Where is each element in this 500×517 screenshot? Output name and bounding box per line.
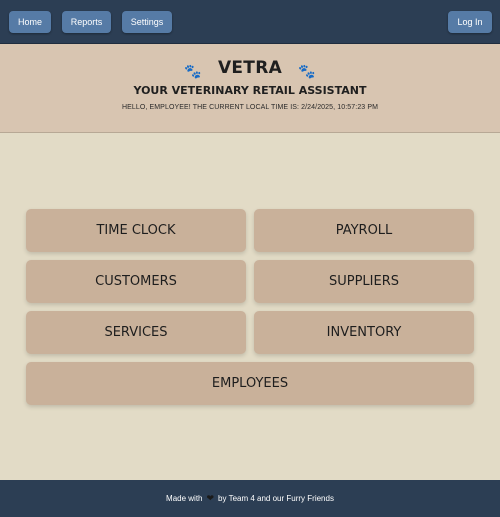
home-button[interactable]: Home	[9, 11, 51, 33]
app-header: 🐾 VETRA 🐾 Your Veterinary Retail Assista…	[0, 44, 500, 133]
paw-icon: 🐾	[184, 63, 202, 79]
time-clock-button[interactable]: Time Clock	[26, 209, 246, 252]
footer-suffix: by Team 4 and our Furry Friends	[218, 494, 334, 503]
paw-icon: 🐾	[298, 63, 316, 79]
heart-icon: ❤	[206, 493, 215, 503]
suppliers-button[interactable]: Suppliers	[254, 260, 474, 303]
app-subtitle: Your Veterinary Retail Assistant	[133, 84, 367, 97]
brand-title: VETRA	[217, 58, 283, 78]
top-nav-bar: Home Reports Settings Log In	[0, 0, 500, 44]
title-row: 🐾 VETRA 🐾	[0, 58, 500, 78]
footer-prefix: Made with	[166, 494, 203, 503]
inventory-button[interactable]: Inventory	[254, 311, 474, 354]
employees-button[interactable]: Employees	[26, 362, 474, 405]
greeting-clock-text: Hello, Employee! The current local time …	[121, 104, 379, 111]
services-button[interactable]: Services	[26, 311, 246, 354]
footer: Made with ❤ by Team 4 and our Furry Frie…	[0, 480, 500, 517]
settings-button[interactable]: Settings	[122, 11, 172, 33]
customers-button[interactable]: Customers	[26, 260, 246, 303]
payroll-button[interactable]: Payroll	[254, 209, 474, 252]
login-button[interactable]: Log In	[448, 11, 492, 33]
reports-button[interactable]: Reports	[62, 11, 111, 33]
